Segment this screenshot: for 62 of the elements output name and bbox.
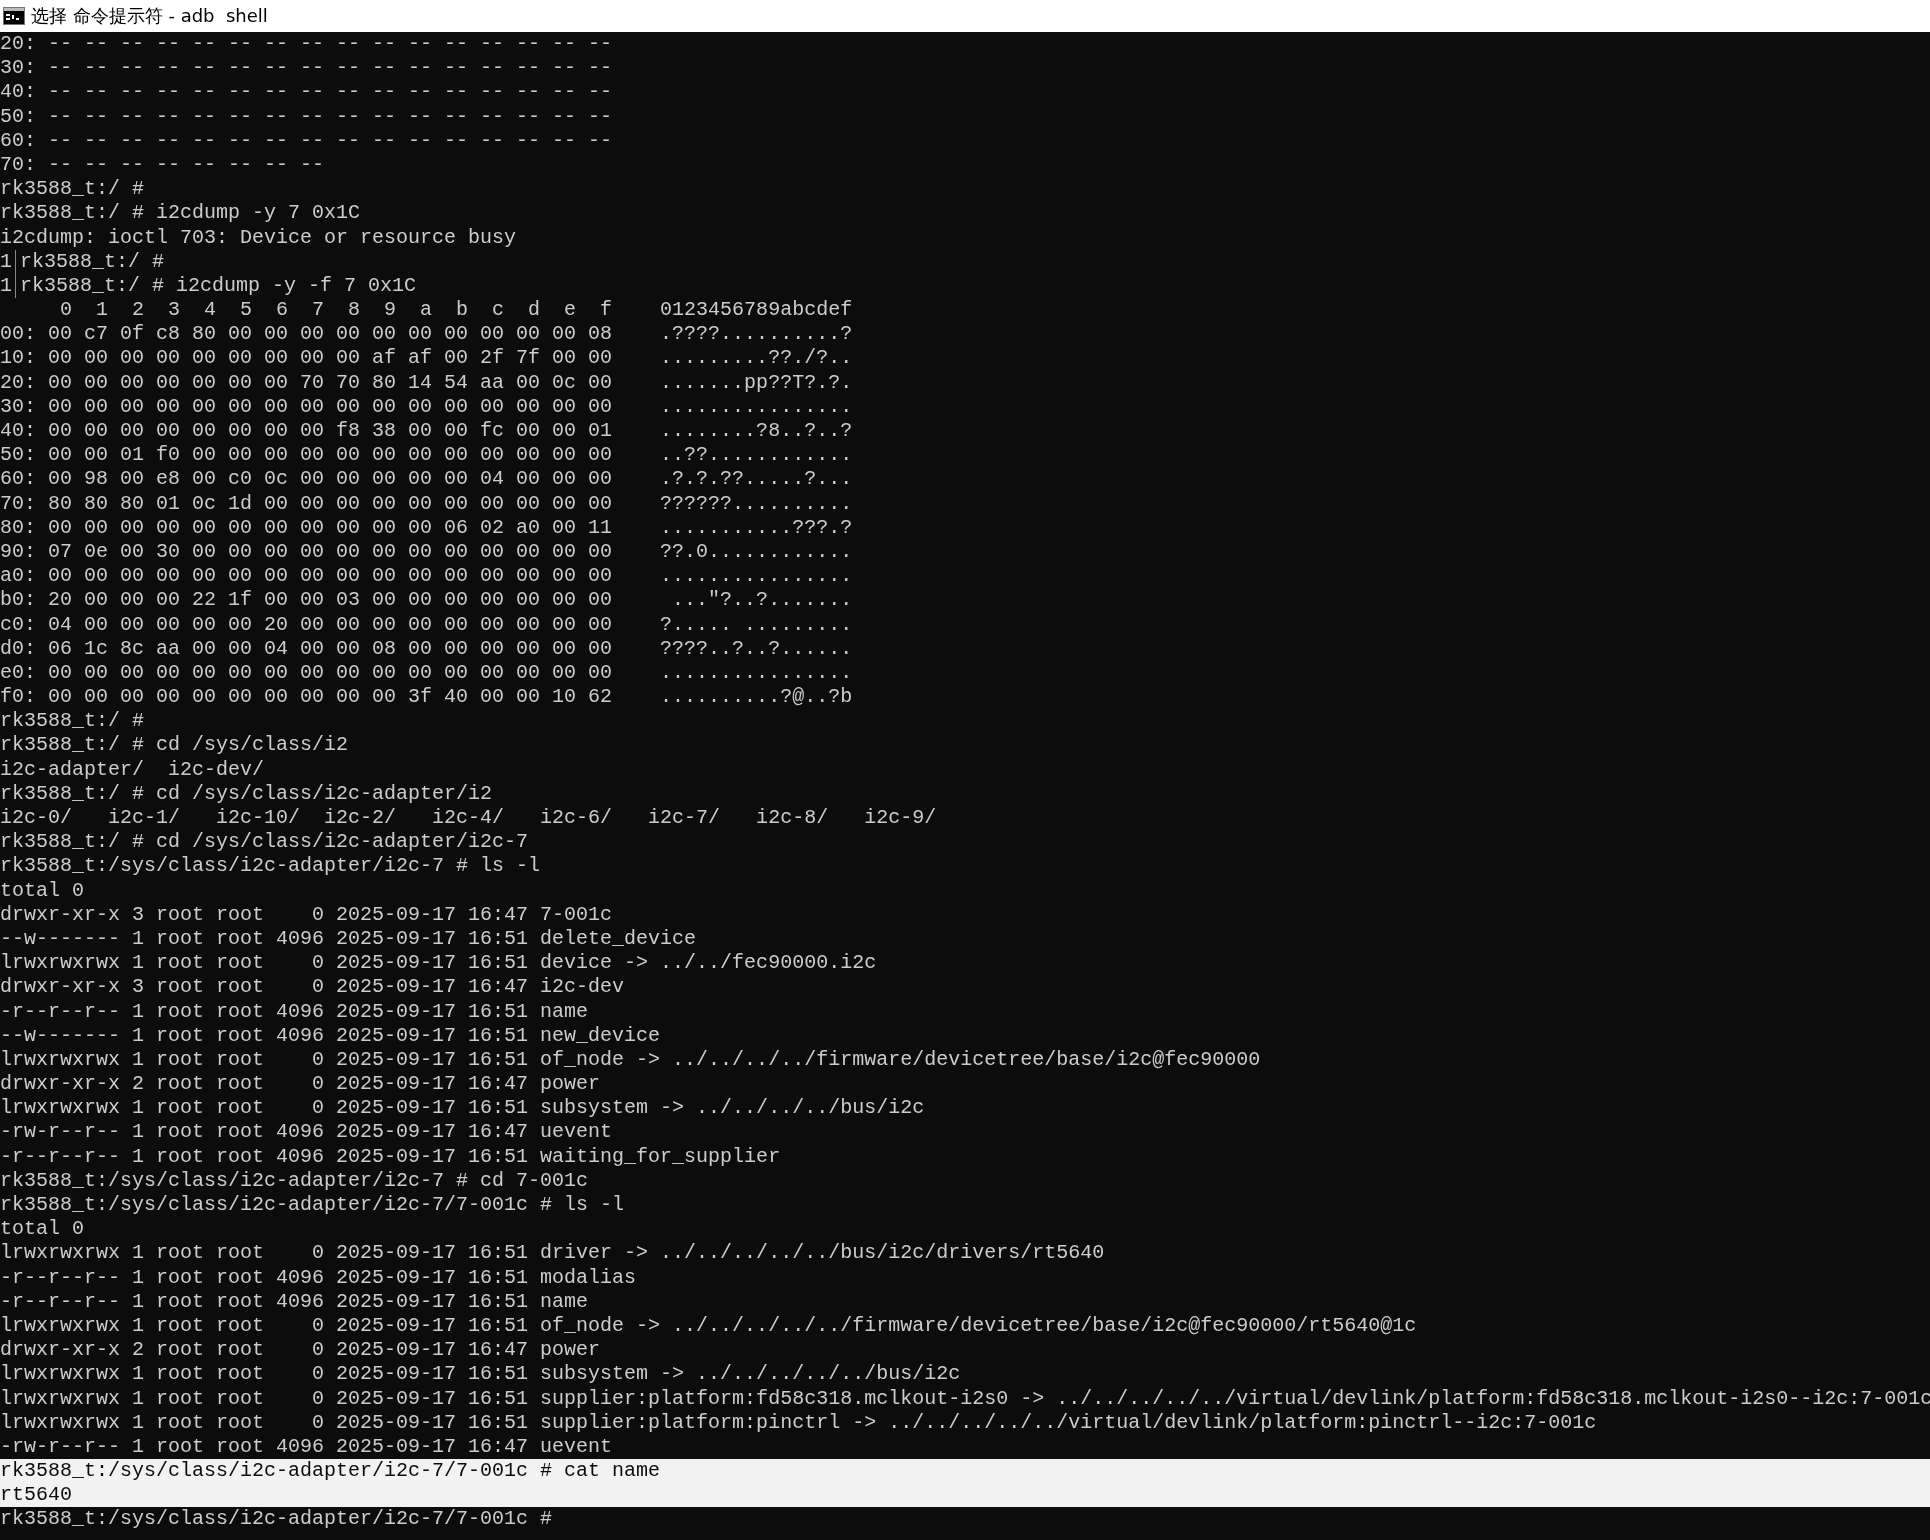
terminal-line: 10: 00 00 00 00 00 00 00 00 00 af af 00 2f 7f 00 00 .........??./?.. — [0, 346, 854, 371]
terminal-line: f0: 00 00 00 00 00 00 00 00 00 00 3f 40 00 00 10 62 ..........?@..?b — [0, 685, 854, 710]
terminal-line: rk3588_t:/ # cd /sys/class/i2c-adapter/i2c-7 — [0, 830, 530, 855]
terminal-line: total 0 — [0, 1217, 85, 1242]
terminal-line: 40: 00 00 00 00 00 00 00 00 f8 38 00 00 fc 00 00 01 ........?8..?..? — [0, 419, 854, 444]
terminal-line: 30: 00 00 00 00 00 00 00 00 00 00 00 00 00 00 00 00 ................ — [0, 394, 854, 419]
terminal-line: rk3588_t:/sys/class/i2c-adapter/i2c-7 # cd 7-001c — [0, 1168, 590, 1193]
terminal-line: drwxr-xr-x 3 root root 0 2025-09-17 16:47 i2c-dev — [0, 975, 626, 1000]
terminal-line: b0: 20 00 00 00 22 1f 00 00 03 00 00 00 00 00 00 00 ..."?..?....... — [0, 588, 854, 613]
terminal-line: lrwxrwxrwx 1 root root 0 2025-09-17 16:51 driver -> ../../../../../bus/i2c/drivers/rt5640 — [0, 1241, 1106, 1266]
terminal-line: rk3588_t:/sys/class/i2c-adapter/i2c-7 # ls -l — [0, 854, 542, 879]
terminal-line: rk3588_t:/ # — [0, 709, 146, 734]
terminal-line: 70: 80 80 80 01 0c 1d 00 00 00 00 00 00 00 00 00 00 ??????.......... — [0, 491, 854, 516]
terminal-line: 30: -- -- -- -- -- -- -- -- -- -- -- -- -- -- -- -- — [0, 56, 614, 81]
terminal-icon — [3, 7, 25, 25]
terminal-line: 70: -- -- -- -- -- -- -- -- — [0, 152, 326, 178]
terminal-line: rk3588_t:/ # i2cdump -y -f 7 0x1C — [20, 273, 418, 299]
terminal-line: 20: 00 00 00 00 00 00 00 70 70 80 14 54 aa 00 0c 00 .......pp??T?.?. — [0, 370, 854, 395]
terminal-line: a0: 00 00 00 00 00 00 00 00 00 00 00 00 00 00 00 00 ................ — [0, 564, 854, 589]
terminal-line: 0 1 2 3 4 5 6 7 8 9 a b c d e f 0123456789abcdef — [59, 298, 854, 323]
terminal-line: c0: 04 00 00 00 00 00 20 00 00 00 00 00 00 00 00 00 ?..... ......... — [0, 612, 854, 637]
terminal-line: lrwxrwxrwx 1 root root 0 2025-09-17 16:51 subsystem -> ../../../../../bus/i2c — [0, 1362, 962, 1387]
terminal-line: rk3588_t:/sys/class/i2c-adapter/i2c-7/7-001c # — [0, 1507, 554, 1532]
terminal-line: -r--r--r-- 1 root root 4096 2025-09-17 16:51 name — [0, 999, 590, 1024]
terminal-line: -r--r--r-- 1 root root 4096 2025-09-17 16:51 modalias — [0, 1265, 638, 1290]
terminal-line: lrwxrwxrwx 1 root root 0 2025-09-17 16:51 of_node -> ../../../../firmware/devicetree/base/i2c@fec90000 — [0, 1047, 1262, 1073]
terminal-line: i2cdump: ioctl 703: Device or resource busy — [0, 225, 518, 250]
terminal-line: drwxr-xr-x 2 root root 0 2025-09-17 16:47 power — [0, 1072, 602, 1097]
terminal-line: rk3588_t:/sys/class/i2c-adapter/i2c-7/7-001c # ls -l — [0, 1193, 626, 1218]
terminal-line: 80: 00 00 00 00 00 00 00 00 00 00 00 06 02 a0 00 11 ...........???.? — [0, 515, 854, 540]
terminal-line: 40: -- -- -- -- -- -- -- -- -- -- -- -- -- -- -- -- — [0, 80, 614, 105]
terminal-line: 20: -- -- -- -- -- -- -- -- -- -- -- -- -- -- -- -- — [0, 32, 614, 57]
terminal-line: rk3588_t:/ # cd /sys/class/i2 — [0, 733, 350, 758]
terminal-line: rk3588_t:/ # cd /sys/class/i2c-adapter/i2 — [0, 781, 494, 806]
terminal-line: 50: -- -- -- -- -- -- -- -- -- -- -- -- -- -- -- -- — [0, 104, 614, 129]
terminal-line: --w------- 1 root root 4096 2025-09-17 16:51 delete_device — [0, 926, 698, 952]
window-title: 选择 命令提示符 - adb shell — [31, 4, 268, 28]
terminal-line: -r--r--r-- 1 root root 4096 2025-09-17 16:51 name — [0, 1289, 590, 1314]
terminal-line: 00: 00 c7 0f c8 80 00 00 00 00 00 00 00 00 00 00 08 .????..........? — [0, 322, 854, 347]
terminal-line: -rw-r--r-- 1 root root 4096 2025-09-17 16:47 uevent — [0, 1434, 614, 1460]
terminal-line: --w------- 1 root root 4096 2025-09-17 16:51 new_device — [0, 1023, 662, 1048]
terminal-line: lrwxrwxrwx 1 root root 0 2025-09-17 16:51 supplier:platform:pinctrl -> ../../../../../virtual/devlink/platform:pinctrl--i2c:7-001c — [0, 1410, 1598, 1435]
terminal-line: 60: -- -- -- -- -- -- -- -- -- -- -- -- -- -- -- -- — [0, 128, 614, 153]
terminal-line: rk3588_t:/ # i2cdump -y 7 0x1C — [0, 201, 362, 226]
terminal-line: drwxr-xr-x 3 root root 0 2025-09-17 16:47 7-001c — [0, 902, 614, 927]
terminal-line: -rw-r--r-- 1 root root 4096 2025-09-17 16:47 uevent — [0, 1120, 614, 1145]
terminal-line: rk3588_t:/ # — [20, 249, 166, 274]
terminal-line: lrwxrwxrwx 1 root root 0 2025-09-17 16:51 supplier:platform:fd58c318.mclkout-i2s0 -> ../../../../../virtual/devlink/platform:fd58c318.mclkout-i2s0--i2c:7-001c — [0, 1386, 1930, 1411]
terminal-line: d0: 06 1c 8c aa 00 00 04 00 00 08 00 00 00 00 00 00 ????..?..?...... — [0, 636, 854, 661]
terminal-line: e0: 00 00 00 00 00 00 00 00 00 00 00 00 00 00 00 00 ................ — [0, 660, 854, 686]
terminal-line: 60: 00 98 00 e8 00 c0 0c 00 00 00 00 00 04 00 00 00 .?.?.??.....?... — [0, 467, 854, 492]
terminal-line: rk3588_t:/ # — [0, 177, 146, 202]
terminal-line: total 0 — [0, 878, 85, 903]
terminal-line: lrwxrwxrwx 1 root root 0 2025-09-17 16:51 subsystem -> ../../../../bus/i2c — [0, 1096, 926, 1121]
terminal-line: drwxr-xr-x 2 root root 0 2025-09-17 16:47 power — [0, 1338, 602, 1363]
terminal-line: lrwxrwxrwx 1 root root 0 2025-09-17 16:51 device -> ../../fec90000.i2c — [0, 951, 878, 976]
terminal-line: i2c-0/ i2c-1/ i2c-10/ i2c-2/ i2c-4/ i2c-6/ i2c-7/ i2c-8/ i2c-9/ — [0, 806, 938, 831]
terminal-line: lrwxrwxrwx 1 root root 0 2025-09-17 16:51 of_node -> ../../../../../firmware/devicetree/base/i2c@fec90000/rt5640@1c — [0, 1313, 1418, 1339]
terminal-line: 50: 00 00 01 f0 00 00 00 00 00 00 00 00 00 00 00 00 ..??............ — [0, 443, 854, 468]
terminal-line: -r--r--r-- 1 root root 4096 2025-09-17 16:51 waiting_for_supplier — [0, 1144, 782, 1169]
terminal-line: 90: 07 0e 00 30 00 00 00 00 00 00 00 00 00 00 00 00 ??.0............ — [0, 539, 854, 565]
terminal-line: i2c-adapter/ i2c-dev/ — [0, 757, 266, 782]
